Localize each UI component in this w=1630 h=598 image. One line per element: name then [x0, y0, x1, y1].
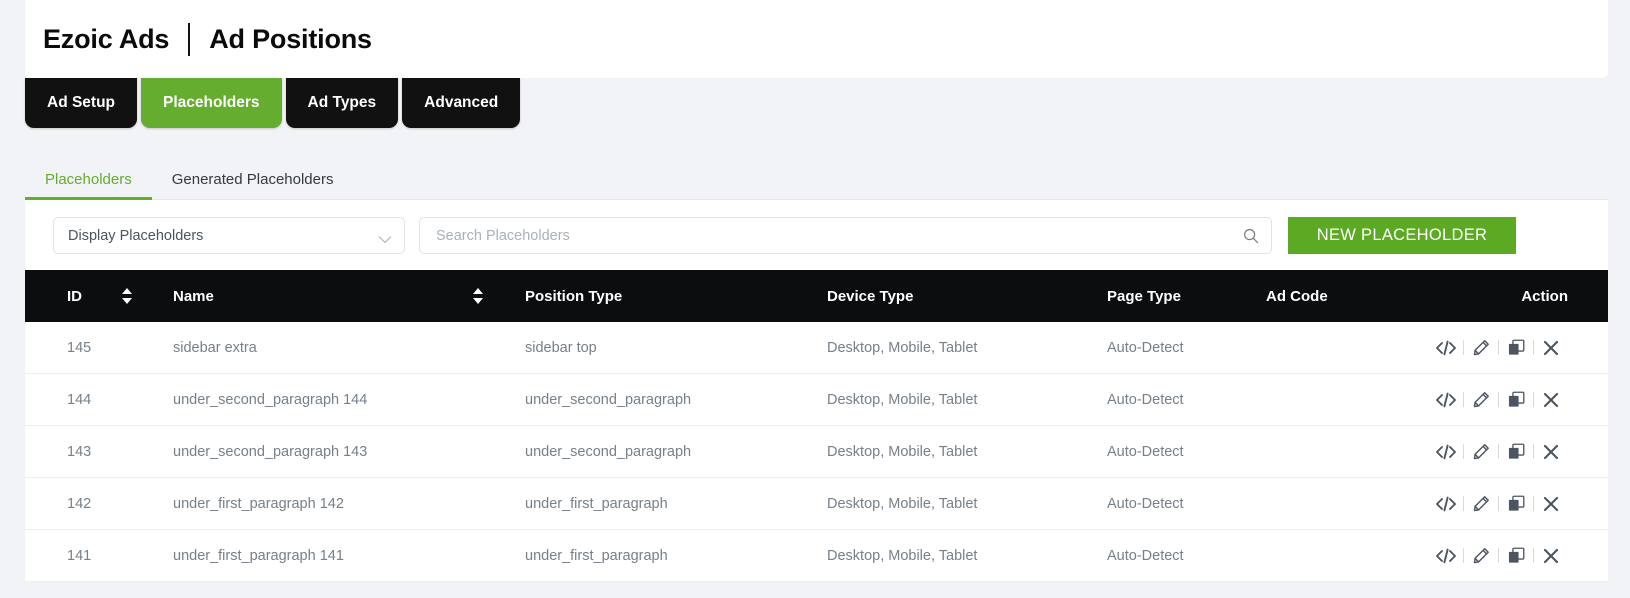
cell-name: under_first_paragraph 141 [173, 547, 344, 564]
page-header: Ezoic Ads Ad Positions [25, 0, 1608, 78]
cell-id: 144 [67, 391, 92, 408]
delete-x-icon[interactable] [1534, 439, 1568, 465]
app-title: Ezoic Ads [43, 23, 170, 54]
cell-page-type: Auto-Detect [1107, 391, 1184, 408]
ad-positions-page: Ezoic Ads Ad Positions Ad Setup Placehol… [0, 0, 1630, 598]
embed-code-icon[interactable] [1429, 439, 1463, 465]
table-header-row: ID Name Position Type Device Type Page T… [25, 270, 1608, 322]
title-divider [188, 22, 191, 56]
cell-id: 141 [67, 547, 92, 564]
cell-position-type: under_second_paragraph [525, 443, 692, 460]
edit-pencil-icon[interactable] [1464, 335, 1498, 361]
placeholders-table: ID Name Position Type Device Type Page T… [25, 270, 1608, 582]
cell-action [1404, 387, 1608, 413]
cell-action [1404, 335, 1608, 361]
sort-arrows-icon[interactable] [471, 285, 484, 307]
delete-x-icon[interactable] [1534, 543, 1568, 569]
cell-device-type: Desktop, Mobile, Tablet [827, 339, 978, 356]
edit-pencil-icon[interactable] [1464, 439, 1498, 465]
cell-action [1404, 439, 1608, 465]
column-header-page-type[interactable]: Page Type [1084, 288, 1244, 305]
cell-page-type: Auto-Detect [1107, 547, 1184, 564]
tab-generated-placeholders[interactable]: Generated Placeholders [152, 171, 354, 199]
edit-pencil-icon[interactable] [1464, 491, 1498, 517]
cell-name: under_second_paragraph 143 [173, 443, 368, 460]
embed-code-icon[interactable] [1429, 335, 1463, 361]
nav-tab-placeholders[interactable]: Placeholders [141, 78, 282, 128]
chevron-down-icon [378, 231, 392, 244]
sort-arrows-icon[interactable] [120, 285, 133, 307]
nav-tab-ad-setup[interactable]: Ad Setup [25, 78, 138, 128]
cell-page-type: Auto-Detect [1107, 339, 1184, 356]
cell-device-type: Desktop, Mobile, Tablet [827, 443, 978, 460]
cell-id: 143 [67, 443, 92, 460]
table-row[interactable]: 142 under_first_paragraph 142 under_firs… [25, 478, 1608, 530]
cell-name: under_first_paragraph 142 [173, 495, 344, 512]
row-action-group [1429, 335, 1568, 361]
duplicate-icon[interactable] [1499, 387, 1533, 413]
cell-device-type: Desktop, Mobile, Tablet [827, 391, 978, 408]
new-placeholder-button[interactable]: NEW PLACEHOLDER [1288, 217, 1516, 254]
duplicate-icon[interactable] [1499, 491, 1533, 517]
primary-nav: Ad Setup Placeholders Ad Types Advanced [25, 78, 521, 128]
cell-device-type: Desktop, Mobile, Tablet [827, 495, 978, 512]
row-action-group [1429, 543, 1568, 569]
cell-page-type: Auto-Detect [1107, 495, 1184, 512]
cell-name: under_second_paragraph 144 [173, 391, 368, 408]
column-header-id[interactable]: ID [25, 288, 120, 305]
tab-placeholders[interactable]: Placeholders [25, 171, 152, 200]
column-header-ad-code[interactable]: Ad Code [1244, 288, 1404, 305]
table-row[interactable]: 144 under_second_paragraph 144 under_sec… [25, 374, 1608, 426]
column-header-device-type[interactable]: Device Type [802, 288, 1084, 305]
search-icon[interactable] [1243, 228, 1259, 244]
cell-id: 142 [67, 495, 92, 512]
duplicate-icon[interactable] [1499, 335, 1533, 361]
sort-control-id[interactable] [120, 285, 146, 307]
column-header-position-type[interactable]: Position Type [497, 288, 802, 305]
search-placeholders-field[interactable] [419, 217, 1272, 254]
delete-x-icon[interactable] [1534, 491, 1568, 517]
row-action-group [1429, 491, 1568, 517]
column-header-name[interactable]: Name [146, 288, 471, 305]
cell-id: 145 [67, 339, 92, 356]
embed-code-icon[interactable] [1429, 543, 1463, 569]
sort-control-name[interactable] [471, 285, 497, 307]
edit-pencil-icon[interactable] [1464, 543, 1498, 569]
table-row[interactable]: 141 under_first_paragraph 141 under_firs… [25, 530, 1608, 582]
breadcrumb: Ezoic Ads Ad Positions [43, 22, 372, 56]
duplicate-icon[interactable] [1499, 543, 1533, 569]
table-toolbar: Display Placeholders NEW PLACEHOLDER [25, 200, 1608, 270]
nav-tab-ad-types[interactable]: Ad Types [285, 78, 399, 128]
nav-tab-advanced[interactable]: Advanced [402, 78, 521, 128]
cell-device-type: Desktop, Mobile, Tablet [827, 547, 978, 564]
table-row[interactable]: 143 under_second_paragraph 143 under_sec… [25, 426, 1608, 478]
table-body: 145 sidebar extra sidebar top Desktop, M… [25, 322, 1608, 582]
cell-position-type: sidebar top [525, 339, 597, 356]
table-row[interactable]: 145 sidebar extra sidebar top Desktop, M… [25, 322, 1608, 374]
row-action-group [1429, 387, 1568, 413]
duplicate-icon[interactable] [1499, 439, 1533, 465]
placeholder-type-select[interactable]: Display Placeholders [53, 217, 405, 254]
row-action-group [1429, 439, 1568, 465]
cell-action [1404, 543, 1608, 569]
placeholder-type-select-value: Display Placeholders [68, 227, 204, 244]
column-header-action: Action [1521, 287, 1568, 305]
delete-x-icon[interactable] [1534, 387, 1568, 413]
cell-position-type: under_first_paragraph [525, 547, 668, 564]
cell-position-type: under_first_paragraph [525, 495, 668, 512]
embed-code-icon[interactable] [1429, 387, 1463, 413]
delete-x-icon[interactable] [1534, 335, 1568, 361]
cell-page-type: Auto-Detect [1107, 443, 1184, 460]
secondary-tabs: Placeholders Generated Placeholders [25, 148, 1608, 200]
embed-code-icon[interactable] [1429, 491, 1463, 517]
cell-position-type: under_second_paragraph [525, 391, 692, 408]
search-input[interactable] [434, 226, 1243, 245]
cell-action [1404, 491, 1608, 517]
cell-name: sidebar extra [173, 339, 257, 356]
edit-pencil-icon[interactable] [1464, 387, 1498, 413]
page-title: Ad Positions [209, 23, 372, 54]
